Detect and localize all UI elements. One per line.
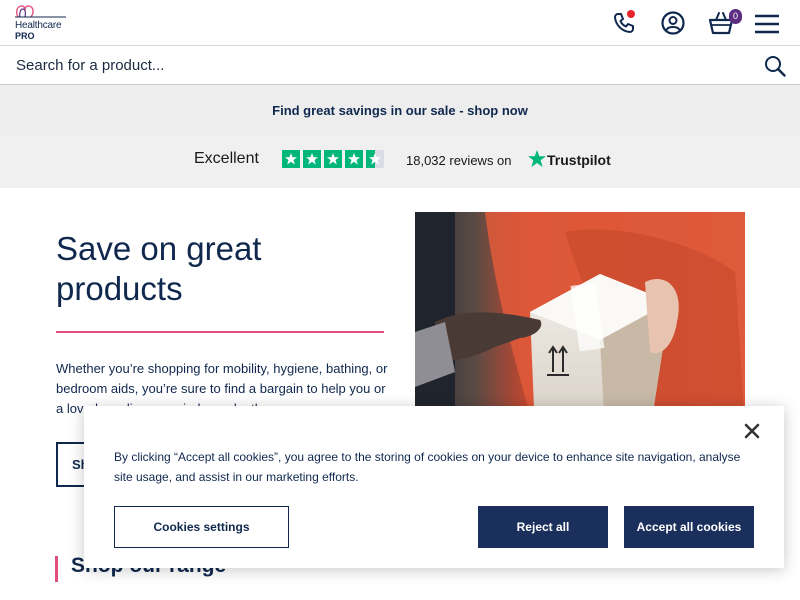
sale-promo-link[interactable]: Find great savings in our sale - shop no… xyxy=(272,103,528,118)
search-input[interactable] xyxy=(0,46,750,84)
trustpilot-star-icon xyxy=(528,150,546,167)
basket-count-badge: 0 xyxy=(729,9,742,24)
cookies-settings-button[interactable]: Cookies settings xyxy=(114,506,289,548)
close-icon[interactable] xyxy=(741,420,763,442)
menu-button[interactable] xyxy=(754,10,780,36)
section-accent-bar xyxy=(55,556,58,582)
trustpilot-review-count: 18,032 reviews on xyxy=(406,153,512,168)
hamburger-menu-icon xyxy=(755,14,779,34)
search-icon[interactable] xyxy=(764,55,786,77)
hero-title: Save on great products xyxy=(56,230,262,307)
star-icon xyxy=(345,150,363,168)
cookie-consent-text: By clicking “Accept all cookies”, you ag… xyxy=(114,450,741,484)
account-icon xyxy=(661,11,685,35)
account-button[interactable] xyxy=(660,10,686,36)
logo-text-pro: PRO xyxy=(15,31,35,41)
phone-button[interactable] xyxy=(611,10,637,36)
trustpilot-brand: Trustpilot xyxy=(547,152,611,168)
parcel-delivery-illustration xyxy=(415,212,745,432)
search-bar xyxy=(0,46,800,85)
star-icon xyxy=(282,150,300,168)
trustpilot-widget[interactable]: Excellent 18,032 reviews on Trustpilot xyxy=(0,136,800,188)
accept-all-cookies-button[interactable]: Accept all cookies xyxy=(624,506,754,548)
logo-text-healthcare: Healthcare xyxy=(15,20,62,31)
promo-banner: Find great savings in our sale - shop no… xyxy=(0,85,800,136)
basket-button[interactable]: 0 xyxy=(707,9,742,36)
trustpilot-rating-word: Excellent xyxy=(194,150,259,167)
star-icon xyxy=(324,150,342,168)
notification-dot xyxy=(627,10,635,18)
site-header: Healthcare PRO 0 xyxy=(0,0,800,46)
hero-image-parcel-delivery xyxy=(415,212,745,432)
healthcare-pro-logo[interactable]: Healthcare PRO xyxy=(14,3,70,41)
star-icon xyxy=(303,150,321,168)
logo-mark-icon xyxy=(15,5,66,18)
half-star-icon xyxy=(366,150,384,168)
reject-all-button[interactable]: Reject all xyxy=(478,506,608,548)
cookie-consent-banner: By clicking “Accept all cookies”, you ag… xyxy=(84,406,784,568)
hero-divider xyxy=(56,331,384,333)
